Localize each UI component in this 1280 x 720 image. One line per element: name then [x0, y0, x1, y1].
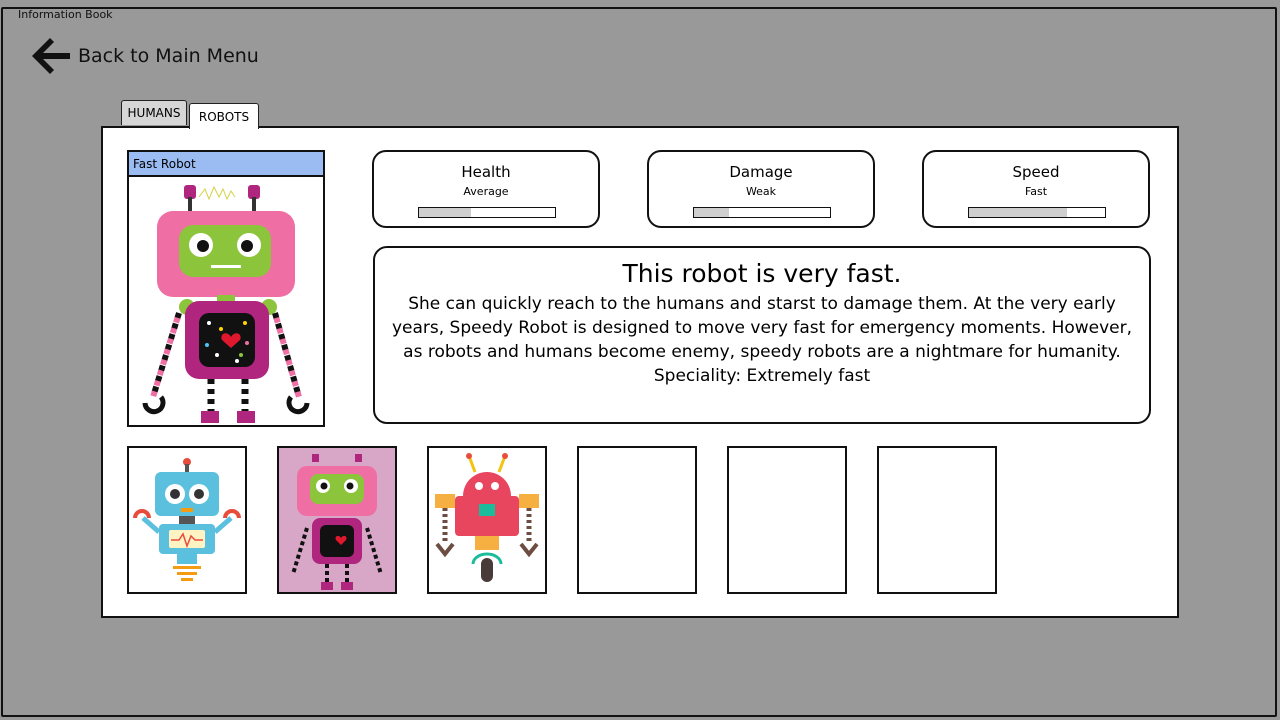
tab-robots[interactable]: ROBOTS — [189, 103, 259, 129]
pink-robot-image — [142, 185, 310, 423]
health-stat-name: Health — [461, 163, 511, 181]
robot-slot-6[interactable] — [877, 446, 997, 594]
robot-slot-4[interactable] — [577, 446, 697, 594]
robot-slot-1[interactable] — [127, 446, 247, 594]
health-stat-card: Health Average — [372, 150, 600, 228]
health-bar — [418, 207, 556, 218]
arrow-left-icon — [32, 38, 70, 74]
speed-bar-fill — [969, 208, 1067, 217]
damage-stat-value: Weak — [745, 185, 777, 198]
robot-name: Fast Robot — [129, 152, 323, 177]
damage-stat-card: Damage Weak — [647, 150, 875, 228]
speed-stat-name: Speed — [1012, 163, 1060, 181]
window-title: Information Book — [16, 8, 115, 21]
tab-humans[interactable]: HUMANS — [121, 100, 187, 125]
speed-stat-value: Fast — [1024, 185, 1048, 198]
robot-speciality: Speciality: Extremely fast — [653, 366, 871, 386]
robot-info-panel: Fast Robot Health Average Damage Weak Sp… — [101, 126, 1179, 618]
damage-stat-name: Damage — [729, 163, 793, 181]
speed-bar — [968, 207, 1106, 218]
back-label: Back to Main Menu — [78, 45, 259, 67]
damage-bar — [693, 207, 831, 218]
back-to-main-menu-button[interactable]: Back to Main Menu — [28, 34, 259, 78]
health-bar-fill — [419, 208, 471, 217]
blue-robot-icon — [133, 458, 241, 581]
robot-slot-2[interactable] — [277, 446, 397, 594]
robot-description: She can quickly reach to the humans and … — [391, 294, 1133, 362]
robot-slot-5[interactable] — [727, 446, 847, 594]
red-robot-icon — [435, 453, 539, 582]
health-stat-value: Average — [463, 185, 509, 198]
speed-stat-card: Speed Fast — [922, 150, 1150, 228]
robot-description-box: This robot is very fast. She can quickly… — [373, 246, 1151, 424]
robot-portrait-card: Fast Robot — [127, 150, 325, 427]
damage-bar-fill — [694, 208, 730, 217]
robot-headline: This robot is very fast. — [622, 259, 902, 288]
robot-slot-3[interactable] — [427, 446, 547, 594]
pink-robot-icon — [291, 454, 383, 590]
